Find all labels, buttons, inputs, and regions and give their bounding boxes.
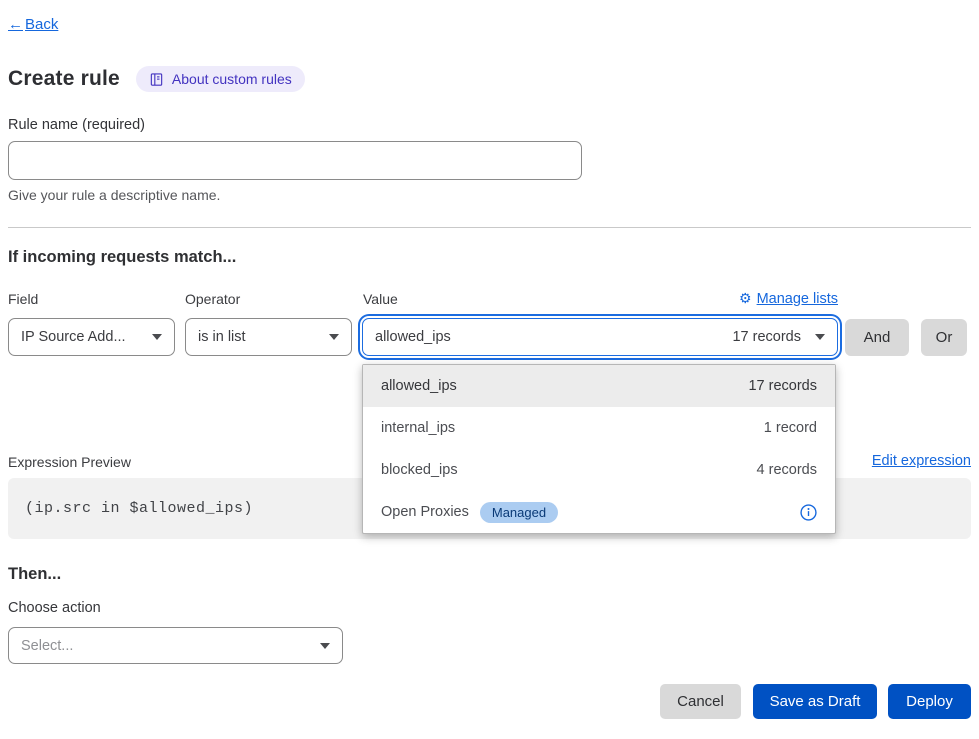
title-row: Create rule About custom rules bbox=[8, 66, 305, 92]
value-select[interactable]: allowed_ips 17 records bbox=[362, 318, 838, 356]
cancel-button[interactable]: Cancel bbox=[660, 684, 741, 719]
or-button[interactable]: Or bbox=[921, 319, 967, 356]
book-icon bbox=[149, 72, 164, 87]
chevron-down-icon bbox=[152, 334, 162, 340]
manage-lists-link[interactable]: ⚙ Manage lists bbox=[739, 290, 838, 307]
list-item-open-proxies[interactable]: Open Proxies Managed bbox=[363, 491, 835, 533]
operator-select-value: is in list bbox=[198, 329, 246, 345]
list-item-name: internal_ips bbox=[381, 420, 455, 436]
field-label: Field bbox=[8, 291, 38, 307]
value-label: Value bbox=[363, 291, 398, 307]
rule-name-label: Rule name (required) bbox=[8, 117, 145, 133]
expression-code: (ip.src in $allowed_ips) bbox=[25, 500, 253, 517]
then-section-heading: Then... bbox=[8, 565, 61, 584]
edit-expression-link[interactable]: Edit expression bbox=[872, 453, 971, 469]
back-arrow-icon: ← bbox=[8, 16, 23, 33]
list-item-records: 1 record bbox=[764, 420, 817, 436]
managed-badge: Managed bbox=[480, 502, 558, 523]
list-item-blocked-ips[interactable]: blocked_ips 4 records bbox=[363, 449, 835, 491]
value-select-records: 17 records bbox=[732, 329, 801, 345]
page-title: Create rule bbox=[8, 67, 120, 91]
list-item-records: 4 records bbox=[757, 462, 817, 478]
deploy-button[interactable]: Deploy bbox=[888, 684, 971, 719]
field-select[interactable]: IP Source Add... bbox=[8, 318, 175, 356]
back-label: Back bbox=[25, 16, 58, 33]
list-item-name: blocked_ips bbox=[381, 462, 458, 478]
value-select-name: allowed_ips bbox=[375, 329, 451, 345]
list-item-records: 17 records bbox=[748, 378, 817, 394]
and-button[interactable]: And bbox=[845, 319, 909, 356]
about-custom-rules-link[interactable]: About custom rules bbox=[136, 66, 305, 92]
match-section-heading: If incoming requests match... bbox=[8, 248, 236, 267]
chevron-down-icon bbox=[329, 334, 339, 340]
operator-select[interactable]: is in list bbox=[185, 318, 352, 356]
chevron-down-icon bbox=[320, 643, 330, 649]
action-select-placeholder: Select... bbox=[21, 638, 73, 654]
chevron-down-icon bbox=[815, 334, 825, 340]
rule-name-helper-text: Give your rule a descriptive name. bbox=[8, 187, 220, 203]
about-badge-label: About custom rules bbox=[172, 71, 292, 87]
list-item-name: Open Proxies bbox=[381, 504, 469, 520]
list-item-internal-ips[interactable]: internal_ips 1 record bbox=[363, 407, 835, 449]
value-dropdown-menu: allowed_ips 17 records internal_ips 1 re… bbox=[362, 364, 836, 534]
operator-label: Operator bbox=[185, 291, 240, 307]
action-select[interactable]: Select... bbox=[8, 627, 343, 664]
gear-icon: ⚙ bbox=[739, 290, 752, 307]
back-link[interactable]: ←Back bbox=[8, 16, 58, 33]
info-icon[interactable] bbox=[800, 504, 817, 521]
list-item-name: allowed_ips bbox=[381, 378, 457, 394]
expression-preview-label: Expression Preview bbox=[8, 454, 131, 470]
choose-action-label: Choose action bbox=[8, 600, 101, 616]
manage-lists-label: Manage lists bbox=[757, 291, 838, 307]
list-item-allowed-ips[interactable]: allowed_ips 17 records bbox=[363, 365, 835, 407]
save-as-draft-button[interactable]: Save as Draft bbox=[753, 684, 877, 719]
rule-name-input[interactable] bbox=[8, 141, 582, 180]
field-select-value: IP Source Add... bbox=[21, 329, 126, 345]
section-divider bbox=[8, 227, 971, 228]
create-rule-page: ←Back Create rule About custom rules Rul… bbox=[0, 0, 979, 739]
